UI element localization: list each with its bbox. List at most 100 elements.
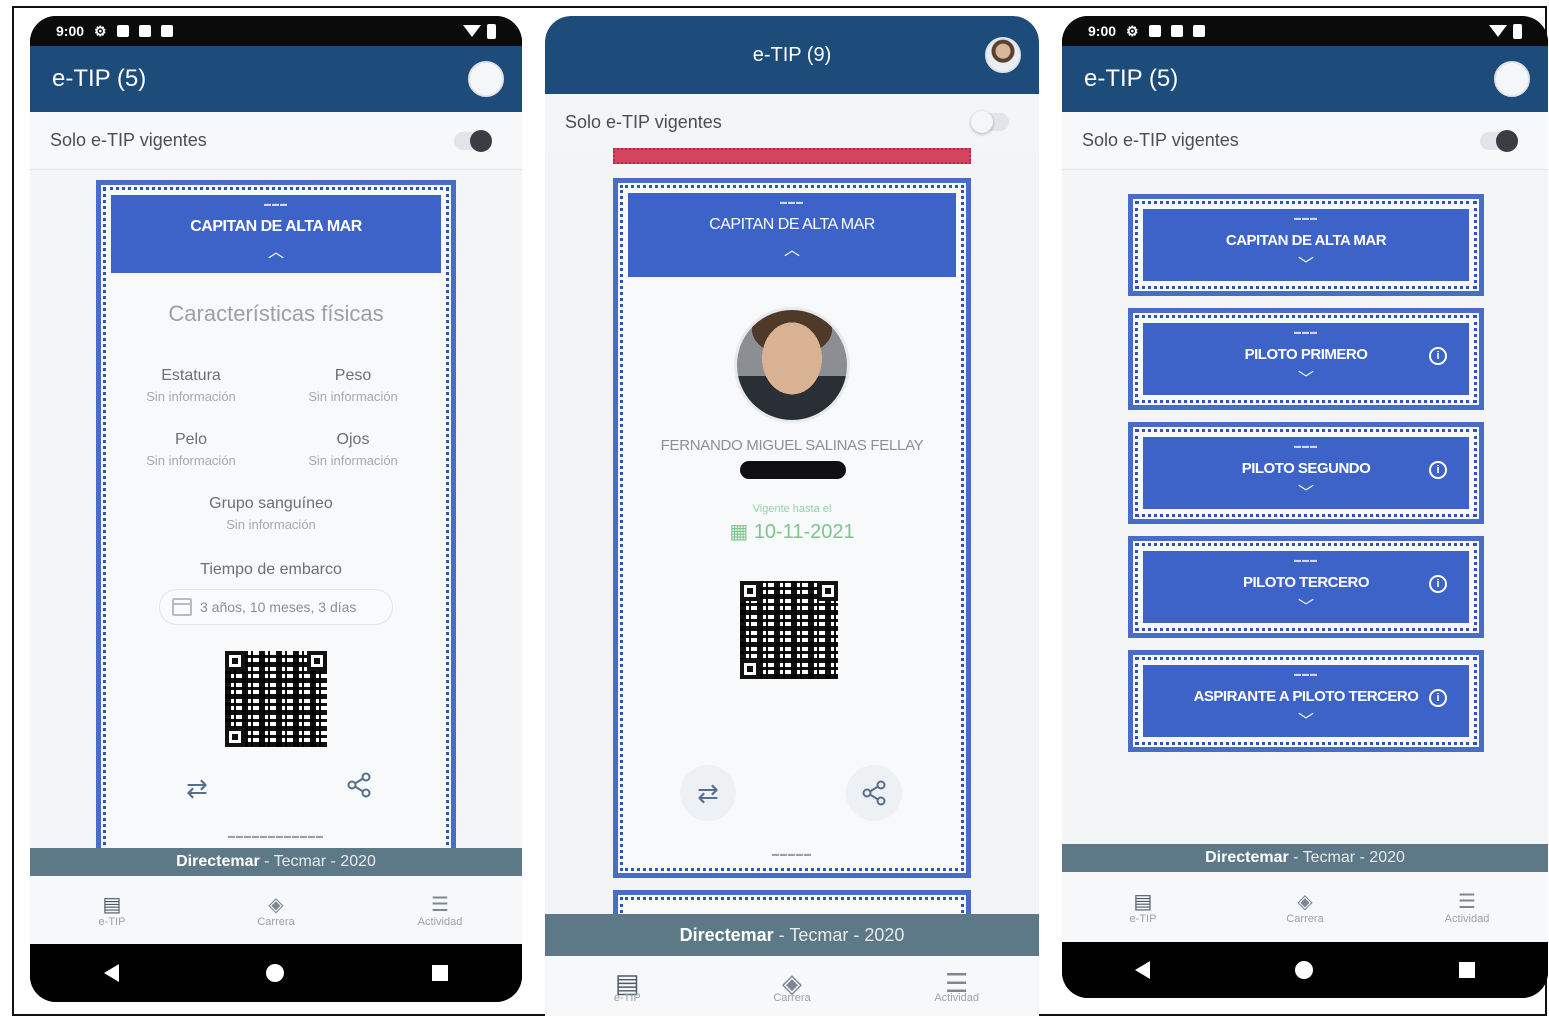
- attr-weight: Peso Sin información: [273, 367, 433, 404]
- filter-row: Solo e-TIP vigentes: [545, 94, 1039, 150]
- transfer-icon[interactable]: ⇄: [177, 773, 217, 804]
- share-icon[interactable]: [846, 765, 902, 821]
- chevron-up-icon[interactable]: ︿: [111, 238, 441, 262]
- tab-label: Carrera: [257, 916, 295, 928]
- chevron-up-icon[interactable]: ︿: [628, 236, 956, 260]
- status-time: 9:00: [1088, 23, 1117, 39]
- app-bar: e-TIP (9): [545, 16, 1039, 94]
- recents-icon[interactable]: [432, 965, 449, 981]
- footer-band: Directemar - Tecmar - 2020: [545, 914, 1039, 956]
- valid-only-toggle[interactable]: [454, 129, 492, 152]
- card-header[interactable]: ▬▬▬ PILOTO SEGUNDO ﹀ i: [1143, 437, 1469, 509]
- attr-blood-type: Grupo sanguíneo Sin información: [191, 495, 351, 532]
- attr-label: Ojos: [336, 431, 370, 448]
- qr-code: [740, 581, 838, 679]
- tab-etip[interactable]: ▤ e-TIP: [582, 968, 672, 1004]
- tab-etip[interactable]: ▤ e-TIP: [67, 892, 157, 928]
- transfer-icon[interactable]: ⇄: [680, 765, 736, 821]
- etip-card: ▬▬▬ CAPITAN DE ALTA MAR ︿ FERNANDO MIGUE…: [613, 178, 971, 878]
- share-icon[interactable]: [339, 771, 379, 806]
- info-icon[interactable]: i: [1429, 689, 1447, 707]
- tab-actividad[interactable]: ☰ Actividad: [395, 892, 485, 928]
- card-rank: CAPITAN DE ALTA MAR: [1225, 232, 1387, 249]
- holder-photo: [734, 307, 850, 423]
- etip-card-collapsed[interactable]: ▬▬▬ PILOTO PRIMERO ﹀ i: [1128, 308, 1484, 410]
- back-icon[interactable]: [1134, 961, 1150, 979]
- attr-value: Sin información: [226, 517, 316, 532]
- app-bar: e-TIP (5): [1062, 46, 1548, 112]
- chevron-down-icon[interactable]: ﹀: [1143, 707, 1469, 731]
- etip-card-collapsed[interactable]: ▬▬▬ PILOTO TERCERO ﹀ i: [1128, 536, 1484, 638]
- tab-actividad[interactable]: ☰ Actividad: [1422, 889, 1512, 925]
- chevron-down-icon[interactable]: ﹀: [1143, 365, 1469, 389]
- etip-card-collapsed[interactable]: ▬▬▬ ASPIRANTE A PILOTO TERCERO ﹀ i: [1128, 650, 1484, 752]
- card-org-label: ▬▬▬: [1294, 443, 1318, 450]
- tab-actividad[interactable]: ☰ Actividad: [912, 968, 1002, 1004]
- stack-icon: ☰: [431, 894, 449, 916]
- card-header[interactable]: ▬▬▬ CAPITAN DE ALTA MAR ﹀: [1143, 209, 1469, 281]
- settings-status-icon: ⚙: [94, 22, 107, 39]
- app-screen: e-TIP (5) Solo e-TIP vigentes ▬▬▬ CAPITA…: [30, 46, 522, 944]
- info-icon[interactable]: i: [1429, 461, 1447, 479]
- calendar-icon: [172, 598, 192, 616]
- card-rank: PILOTO SEGUNDO: [1241, 460, 1371, 477]
- tab-label: e-TIP: [98, 916, 126, 928]
- filter-label: Solo e-TIP vigentes: [50, 130, 207, 150]
- layers-icon: ◈: [268, 894, 284, 916]
- attr-eyes: Ojos Sin información: [273, 431, 433, 468]
- tab-carrera[interactable]: ◈ Carrera: [1260, 889, 1350, 925]
- info-icon[interactable]: i: [1429, 575, 1447, 593]
- avatar[interactable]: [985, 37, 1021, 73]
- home-icon[interactable]: [266, 964, 285, 982]
- card-header[interactable]: ▬▬▬ PILOTO PRIMERO ﹀ i: [1143, 323, 1469, 395]
- attr-label: Peso: [334, 367, 372, 384]
- app-title: e-TIP (5): [52, 65, 147, 92]
- footer-band: Directemar - Tecmar - 2020: [30, 848, 522, 876]
- card-footnote: ▬▬▬▬▬▬▬▬▬▬▬▬: [228, 833, 324, 840]
- layers-icon: ◈: [781, 968, 802, 998]
- valid-only-toggle[interactable]: [1480, 129, 1518, 152]
- stack-icon: ☰: [1458, 891, 1476, 913]
- app-title: e-TIP (5): [1084, 65, 1179, 92]
- tab-etip[interactable]: ▤ e-TIP: [1098, 889, 1188, 925]
- phone-screen-card-list: 9:00 ⚙ e-TIP (5) Solo e-TIP vigentes ▬▬▬…: [1062, 16, 1548, 998]
- filter-row: Solo e-TIP vigentes: [30, 112, 522, 170]
- chevron-down-icon[interactable]: ﹀: [1143, 479, 1469, 503]
- valid-only-toggle[interactable]: [971, 111, 1009, 133]
- tab-carrera[interactable]: ◈ Carrera: [747, 968, 837, 1004]
- tab-carrera[interactable]: ◈ Carrera: [231, 892, 321, 928]
- qr-code: [225, 651, 327, 747]
- valid-date-value: 10-11-2021: [753, 521, 855, 543]
- etip-card-collapsed[interactable]: ▬▬▬ PILOTO SEGUNDO ﹀ i: [1128, 422, 1484, 524]
- avatar[interactable]: [468, 61, 504, 97]
- home-icon[interactable]: [1295, 961, 1314, 979]
- chevron-down-icon[interactable]: ﹀: [1143, 593, 1469, 617]
- info-icon[interactable]: i: [1429, 347, 1447, 365]
- layers-icon: ◈: [1297, 891, 1313, 913]
- card-header[interactable]: ▬▬▬ CAPITAN DE ALTA MAR ︿: [628, 193, 956, 277]
- bottom-tab-bar: ▤ e-TIP ◈ Carrera ☰ Actividad: [30, 876, 522, 944]
- attr-label: Grupo sanguíneo: [209, 495, 333, 512]
- phone-screen-physical-traits: 9:00 ⚙ e-TIP (5) Solo e-TIP vigentes ▬▬▬…: [30, 16, 522, 1002]
- section-title: Características físicas: [168, 301, 384, 326]
- card-org-label: ▬▬▬: [1294, 671, 1318, 678]
- avatar[interactable]: [1494, 61, 1530, 97]
- chevron-down-icon[interactable]: ﹀: [1143, 251, 1469, 275]
- filter-label: Solo e-TIP vigentes: [565, 111, 722, 132]
- card-header[interactable]: ▬▬▬ PILOTO TERCERO ﹀ i: [1143, 551, 1469, 623]
- battery-icon: [487, 23, 496, 39]
- attr-label: Tiempo de embarco: [200, 561, 342, 578]
- stack-icon: ☰: [944, 968, 969, 998]
- embark-time-pill: 3 años, 10 meses, 3 días: [159, 589, 393, 625]
- card-header[interactable]: ▬▬▬ CAPITAN DE ALTA MAR ︿: [111, 195, 441, 273]
- attr-embark-time: Tiempo de embarco: [191, 561, 351, 579]
- card-header[interactable]: ▬▬▬ ASPIRANTE A PILOTO TERCERO ﹀ i: [1143, 665, 1469, 737]
- recents-icon[interactable]: [1459, 962, 1476, 978]
- footer-rest: - Tecmar - 2020: [1288, 849, 1405, 866]
- battery-icon: [1513, 23, 1522, 39]
- back-icon[interactable]: [103, 964, 119, 982]
- card-icon: ▤: [615, 968, 640, 998]
- etip-card-collapsed[interactable]: ▬▬▬ CAPITAN DE ALTA MAR ﹀: [1128, 194, 1484, 296]
- expired-card-edge: [613, 148, 971, 164]
- app-screen: e-TIP (5) Solo e-TIP vigentes ▬▬▬ CAPITA…: [1062, 46, 1548, 942]
